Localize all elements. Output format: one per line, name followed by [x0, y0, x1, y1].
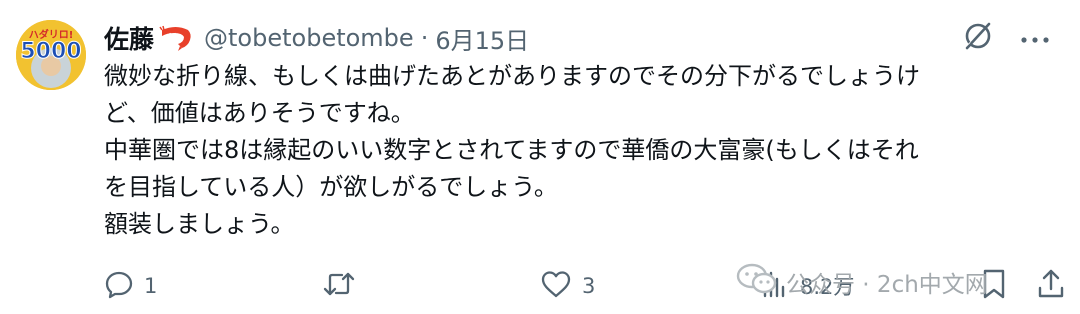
- tweet-text-line: 微妙な折り線、もしくは曲げたあとがありますのでその分下がるでしょうけ: [104, 62, 920, 90]
- like-count: 3: [582, 274, 596, 298]
- share-icon: [1036, 268, 1066, 305]
- wechat-logo-icon: [736, 263, 778, 301]
- reply-icon: [104, 269, 134, 304]
- tweet-header: 佐藤 @tobetobetombe · 6月15日: [104, 18, 1050, 58]
- tweet-text: 微妙な折り線、もしくは曲げたあとがありますのでその分下がるでしょうけ ど、価値は…: [104, 58, 1064, 243]
- shrimp-emoji-icon: [158, 24, 194, 52]
- retweet-button[interactable]: [322, 268, 366, 304]
- watermark-text: 公众号 · 2ch中文网: [786, 272, 988, 298]
- share-button[interactable]: [1036, 268, 1066, 304]
- post-date[interactable]: 6月15日: [435, 21, 529, 56]
- author-name[interactable]: 佐藤: [104, 20, 154, 56]
- header-separator: ·: [420, 24, 429, 52]
- retweet-icon: [322, 269, 356, 304]
- watermark: 公众号 · 2ch中文网: [736, 262, 988, 302]
- reply-count: 1: [144, 274, 158, 298]
- tweet-text-line: ど、価値はありそうですね。: [104, 99, 415, 127]
- more-options-icon[interactable]: [1020, 29, 1050, 48]
- author-handle[interactable]: @tobetobetombe: [204, 24, 414, 52]
- tweet-text-line: 額装しましょう。: [104, 210, 295, 238]
- tweet-text-line: を目指している人）が欲しがるでしょう。: [104, 173, 558, 201]
- header-actions: [962, 18, 1050, 58]
- svg-text:5000: 5000: [20, 39, 81, 64]
- reply-button[interactable]: 1: [104, 268, 157, 304]
- heart-icon: [540, 269, 572, 304]
- like-button[interactable]: 3: [540, 268, 595, 304]
- tweet-text-line: 中華圏では8は縁起のいい数字とされてますので華僑の大富豪(もしくはそれ: [104, 136, 919, 164]
- avatar[interactable]: ハダリロ! 5000: [16, 20, 86, 90]
- avatar-image: ハダリロ! 5000: [16, 20, 86, 90]
- grok-icon[interactable]: [962, 20, 994, 56]
